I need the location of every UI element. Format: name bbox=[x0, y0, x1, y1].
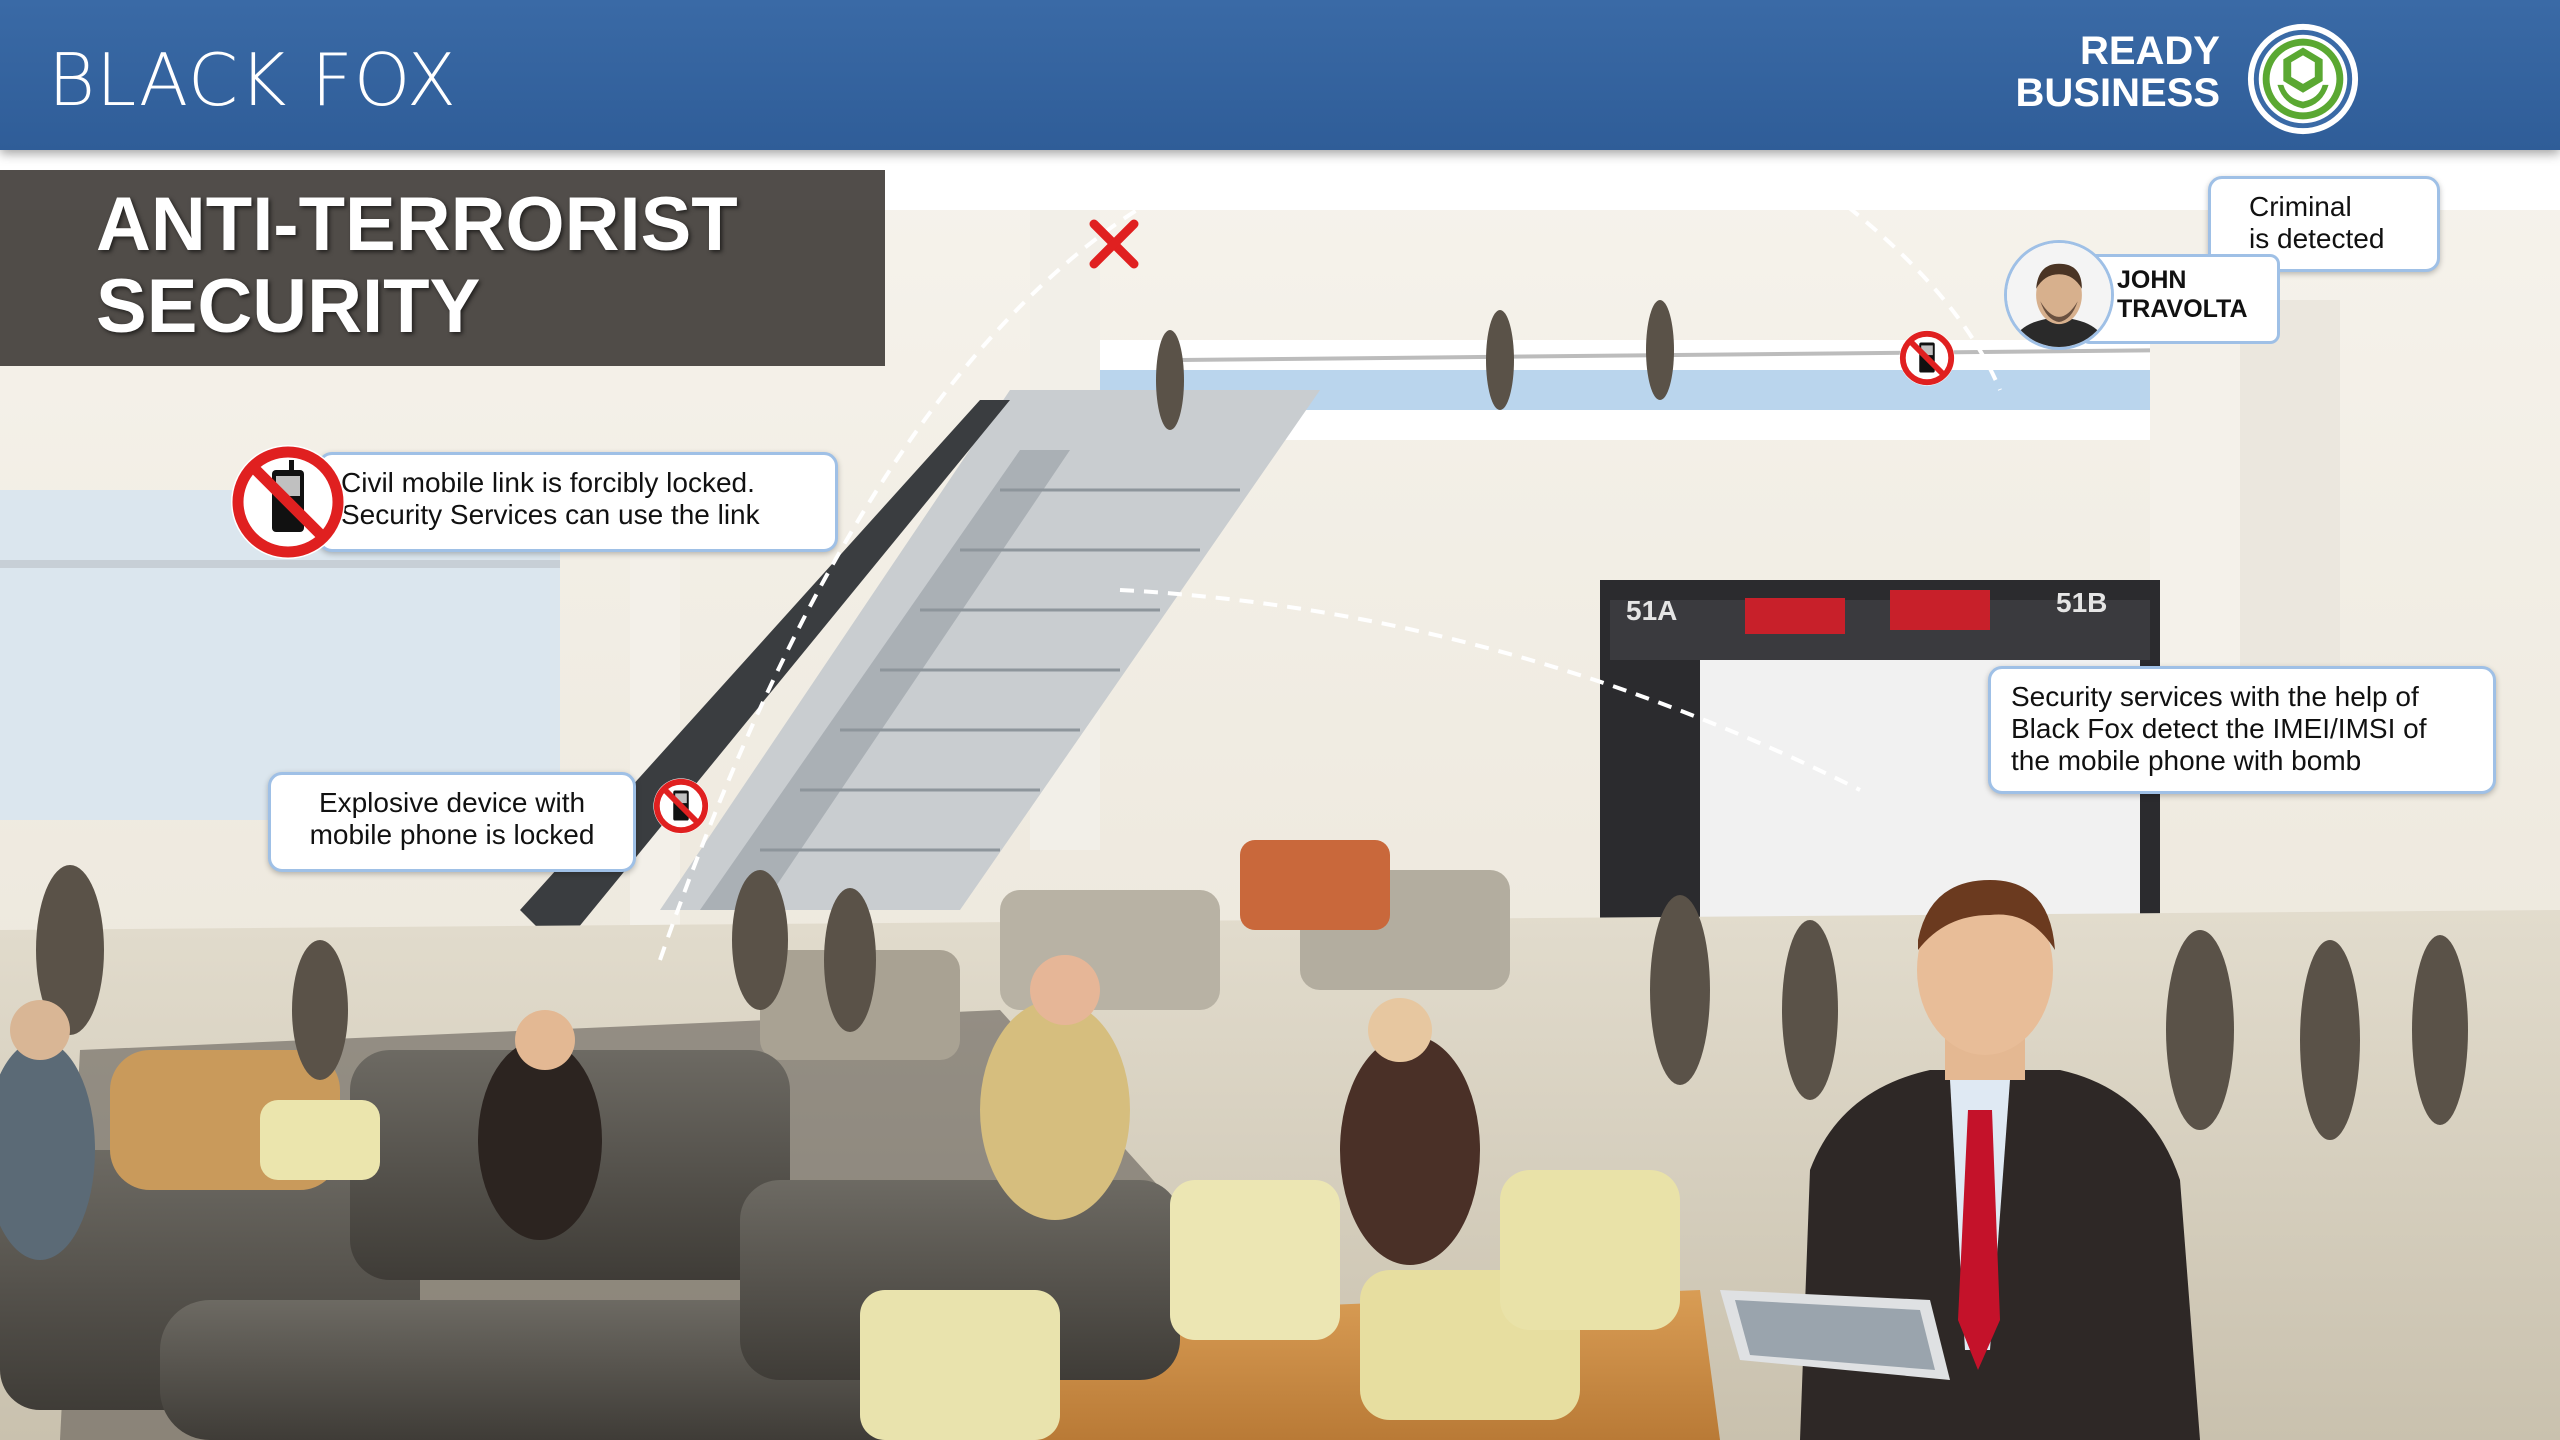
header-bar: BLACK FOX READY BUSINESS bbox=[0, 0, 2560, 150]
title-panel: ANTI-TERRORIST SECURITY bbox=[0, 170, 885, 366]
ready-business-label: READY BUSINESS bbox=[2016, 30, 2221, 114]
no-mobile-phone-icon bbox=[1899, 330, 1955, 386]
suspect-avatar bbox=[2004, 240, 2114, 350]
page-title: ANTI-TERRORIST SECURITY bbox=[96, 184, 738, 348]
no-mobile-phone-icon bbox=[231, 445, 345, 559]
ready-business-badge-icon bbox=[2247, 23, 2359, 135]
brand-name: BLACK FOX bbox=[48, 38, 458, 122]
security-services-callout: Security services with the help of Black… bbox=[1988, 666, 2496, 794]
title-line-1: ANTI-TERRORIST bbox=[96, 182, 738, 267]
business-label: BUSINESS bbox=[2015, 71, 2221, 115]
gate-51b-label: 51B bbox=[2056, 587, 2107, 618]
gate-51a-label: 51A bbox=[1626, 595, 1677, 626]
civil-link-callout: Civil mobile link is forcibly locked. Se… bbox=[318, 452, 838, 552]
red-x-icon bbox=[1089, 219, 1139, 269]
ready-label: READY bbox=[2079, 29, 2220, 73]
explosive-device-callout: Explosive device with mobile phone is lo… bbox=[268, 772, 636, 872]
no-mobile-phone-icon bbox=[653, 778, 709, 834]
title-line-2: SECURITY bbox=[96, 264, 481, 349]
